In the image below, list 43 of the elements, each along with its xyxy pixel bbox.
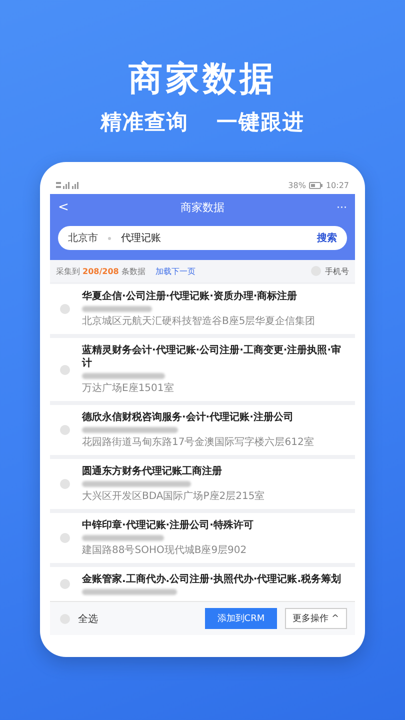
- city-selector[interactable]: 北京市: [68, 231, 98, 245]
- search-query: 代理记账: [121, 232, 162, 245]
- screen-title: 商家数据: [180, 200, 225, 214]
- tagline-text: 一键跟进: [216, 109, 304, 136]
- add-to-crm-button[interactable]: 添加到CRM: [205, 608, 277, 629]
- headline: 商家数据: [128, 58, 276, 100]
- company-name: 圆通东方财务代理记账工商注册: [82, 465, 223, 478]
- battery-icon: [308, 182, 323, 188]
- select-radio[interactable]: [60, 533, 70, 543]
- result-card[interactable]: 中锌印章·代理记账·注册公司·特殊许可 建国路88号SOHO现代城B座9层902: [50, 513, 355, 563]
- company-name: 金账管家.工商代办.公司注册·执照代办·代理记账.税务筹划: [82, 573, 342, 586]
- company-address: 大兴区开发区BDA国际广场P座2层215室: [82, 490, 266, 503]
- search-button[interactable]: 搜索: [317, 231, 337, 245]
- company-address: 建国路88号SOHO现代城B座9层902: [82, 544, 248, 557]
- company-name: 德欣永信财税咨询服务·会计·代理记账·注册公司: [82, 411, 294, 424]
- search-field[interactable]: 北京市 代理记账 搜索: [58, 226, 347, 250]
- redacted-phone: [82, 306, 152, 312]
- company-name: 华夏企信·公司注册·代理记账·资质办理·商标注册: [82, 290, 298, 303]
- load-next-link[interactable]: 加载下一页: [155, 266, 311, 276]
- select-radio[interactable]: [60, 579, 70, 589]
- phone-filter-label: 手机号: [325, 266, 349, 276]
- company-address: 北京城区元航天汇硬科技智造谷B座5层华夏企信集团: [82, 315, 316, 328]
- result-card[interactable]: 蓝精灵财务会计·代理记账·公司注册·工商变更·注册执照·审计 万达广场E座1501室: [50, 338, 355, 401]
- result-card[interactable]: 圆通东方财务代理记账工商注册 大兴区开发区BDA国际广场P座2层215室: [50, 459, 355, 509]
- company-name: 中锌印章·代理记账·注册公司·特殊许可: [82, 519, 254, 532]
- select-all-label: 全选: [78, 612, 99, 626]
- select-radio[interactable]: [60, 364, 70, 374]
- select-radio[interactable]: [60, 479, 70, 489]
- result-card[interactable]: 华夏企信·公司注册·代理记账·资质办理·商标注册 北京城区元航天汇硬科技智造谷B座5层华夏企信集团: [50, 284, 355, 334]
- back-button[interactable]: <: [58, 200, 69, 214]
- clock: 10:27: [326, 180, 349, 190]
- select-radio[interactable]: [60, 304, 70, 314]
- more-button[interactable]: ···: [336, 200, 347, 214]
- result-count: 采集到 208/208 条数据: [56, 266, 146, 276]
- battery-level: 38%: [288, 180, 306, 190]
- select-radio[interactable]: [60, 425, 70, 435]
- result-card[interactable]: 金账管家.工商代办.公司注册·执照代办·代理记账.税务筹划: [50, 567, 355, 601]
- company-address: 万达广场E座1501室: [82, 382, 175, 395]
- company-address: 花园路街道马甸东路17号金澳国际写字楼六层612室: [82, 436, 315, 449]
- tagline-text: 精准查询: [100, 109, 188, 136]
- result-card[interactable]: 德欣永信财税咨询服务·会计·代理记账·注册公司 花园路街道马甸东路17号金澳国际写字楼六层612室: [50, 405, 355, 455]
- more-actions-button[interactable]: 更多操作 ^: [284, 608, 347, 629]
- company-name: 蓝精灵财务会计·代理记账·公司注册·工商变更·注册执照·审计: [82, 344, 342, 370]
